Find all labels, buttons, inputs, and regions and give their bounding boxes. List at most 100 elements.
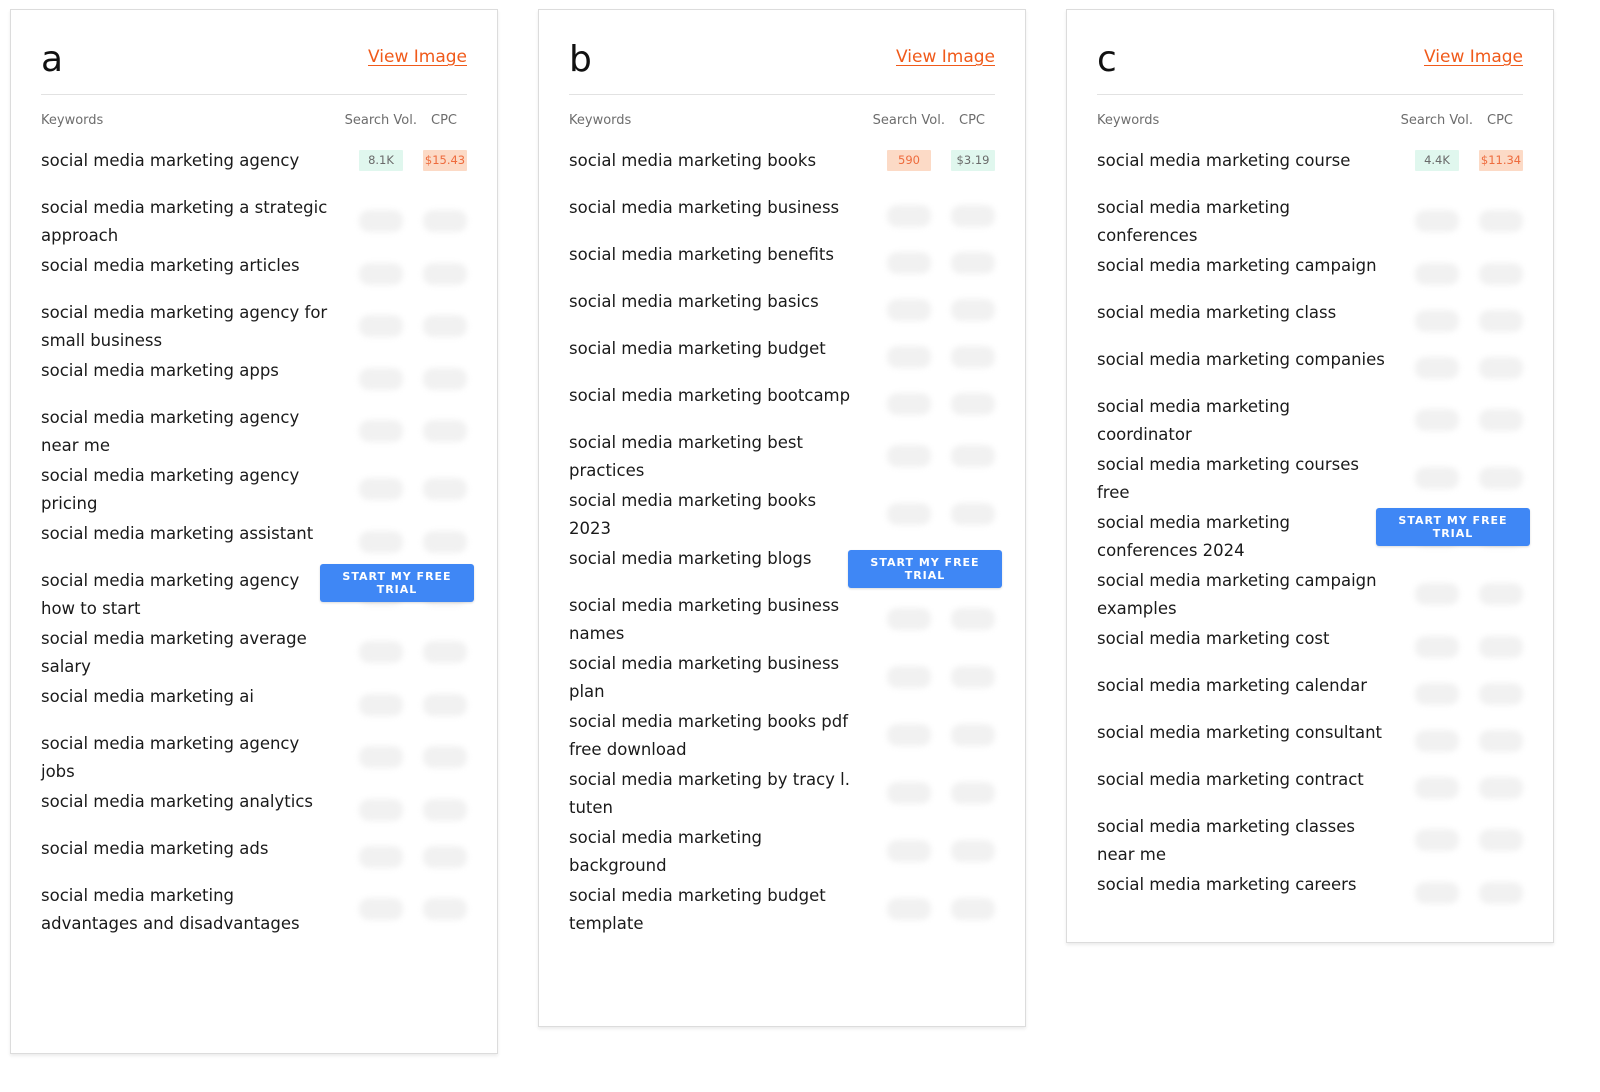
blurred-cpc xyxy=(1479,409,1523,431)
keyword-row[interactable]: social media marketing articles xyxy=(41,250,467,297)
keyword-row[interactable]: social media marketing benefits xyxy=(569,239,995,286)
keyword-row[interactable]: social media marketing agency near me xyxy=(41,402,467,460)
keyword-row[interactable]: social media marketing cost xyxy=(1097,623,1523,670)
search-volume-badge: 590 xyxy=(887,150,931,171)
keyword-row[interactable]: social media marketing companies xyxy=(1097,344,1523,391)
blurred-cpc xyxy=(951,345,995,368)
start-free-trial-button[interactable]: START MY FREE TRIAL xyxy=(848,550,1002,588)
keyword-row[interactable]: social media marketing contract xyxy=(1097,764,1523,811)
keyword-text: social media marketing contract xyxy=(1097,770,1364,789)
blurred-search-volume xyxy=(1415,356,1459,379)
keyword-text: social media marketing blogs xyxy=(569,549,812,568)
keyword-metrics xyxy=(1415,670,1523,717)
keyword-row[interactable]: social media marketing ai xyxy=(41,681,467,728)
keyword-text: social media marketing business xyxy=(569,198,840,217)
start-free-trial-button[interactable]: START MY FREE TRIAL xyxy=(320,564,474,602)
keyword-row[interactable]: social media marketing classes near me xyxy=(1097,811,1523,869)
keyword-row[interactable]: social media marketing campaign examples xyxy=(1097,565,1523,623)
keyword-row[interactable]: social media marketing agency jobs xyxy=(41,728,467,786)
view-image-link[interactable]: View Image xyxy=(896,47,995,67)
blurred-cpc xyxy=(423,210,467,232)
keywords-header: Keywords xyxy=(569,113,632,128)
keyword-text: social media marketing course xyxy=(1097,151,1351,170)
keyword-row[interactable]: social media marketing agency for small … xyxy=(41,297,467,355)
keyword-metrics xyxy=(887,590,995,648)
cpc-header: CPC xyxy=(431,113,457,128)
keyword-metrics: 8.1K $15.43 xyxy=(359,145,467,197)
blurred-cpc xyxy=(1479,262,1523,285)
keyword-row[interactable]: social media marketing books 2023 xyxy=(569,485,995,543)
blurred-search-volume xyxy=(1415,776,1459,799)
keyword-row[interactable]: social media marketing books pdf free do… xyxy=(569,706,995,764)
keyword-text: social media marketing agency near me xyxy=(41,408,300,455)
keyword-row[interactable]: social media marketing analytics xyxy=(41,786,467,833)
keyword-metrics xyxy=(359,623,467,681)
blurred-cpc xyxy=(1479,635,1523,658)
blurred-cpc xyxy=(423,746,467,768)
blurred-search-volume xyxy=(359,845,403,868)
keyword-row[interactable]: social media marketing campaign xyxy=(1097,250,1523,297)
view-image-link[interactable]: View Image xyxy=(1424,47,1523,67)
keyword-text: social media marketing class xyxy=(1097,303,1337,322)
keywords-header: Keywords xyxy=(41,113,104,128)
cpc-badge: $15.43 xyxy=(423,150,467,171)
keyword-row[interactable]: social media marketing course 4.4K $11.34 xyxy=(1097,145,1523,192)
keyword-row[interactable]: social media marketing conferences xyxy=(1097,192,1523,250)
keyword-row[interactable]: social media marketing basics xyxy=(569,286,995,333)
keyword-row[interactable]: social media marketing best practices xyxy=(569,427,995,485)
keyword-row[interactable]: social media marketing courses free xyxy=(1097,449,1523,507)
keyword-row[interactable]: social media marketing business plan xyxy=(569,648,995,706)
keyword-row[interactable]: social media marketing bootcamp xyxy=(569,380,995,427)
keyword-list: social media marketing agency 8.1K $15.43 s… xyxy=(41,145,467,938)
keyword-metrics xyxy=(887,333,995,380)
keyword-row[interactable]: social media marketing budget template xyxy=(569,880,995,938)
keyword-row[interactable]: social media marketing agency pricing xyxy=(41,460,467,518)
keyword-text: social media marketing courses free xyxy=(1097,455,1359,502)
keyword-row[interactable]: social media marketing advantages and di… xyxy=(41,880,467,938)
keyword-row[interactable]: social media marketing by tracy l. tuten xyxy=(569,764,995,822)
cpc-badge: $11.34 xyxy=(1479,150,1523,171)
keyword-row[interactable]: social media marketing ads xyxy=(41,833,467,880)
blurred-search-volume xyxy=(359,210,403,232)
keyword-row[interactable]: social media marketing books 590 $3.19 xyxy=(569,145,995,192)
column-headers: Keywords Search Vol. CPC xyxy=(41,95,467,145)
keyword-text: social media marketing benefits xyxy=(569,245,834,264)
blurred-cpc xyxy=(423,315,467,337)
keyword-text: social media marketing ads xyxy=(41,839,269,858)
keyword-metrics xyxy=(359,297,467,355)
cpc-header: CPC xyxy=(1487,113,1513,128)
keyword-row[interactable]: social media marketing budget xyxy=(569,333,995,380)
keyword-text: social media marketing books 2023 xyxy=(569,491,817,538)
card-letter: c xyxy=(1097,39,1117,80)
view-image-link[interactable]: View Image xyxy=(368,47,467,67)
blurred-search-volume xyxy=(359,746,403,768)
keyword-row[interactable]: social media marketing consultant xyxy=(1097,717,1523,764)
blurred-search-volume xyxy=(359,530,403,553)
keyword-text: social media marketing analytics xyxy=(41,792,313,811)
keyword-row[interactable]: social media marketing background xyxy=(569,822,995,880)
blurred-search-volume xyxy=(1415,829,1459,851)
keyword-row[interactable]: social media marketing average salary xyxy=(41,623,467,681)
start-free-trial-button[interactable]: START MY FREE TRIAL xyxy=(1376,508,1530,546)
keyword-row[interactable]: social media marketing assistant xyxy=(41,518,467,565)
blurred-search-volume xyxy=(1415,635,1459,658)
keyword-row[interactable]: social media marketing apps xyxy=(41,355,467,402)
keyword-row[interactable]: social media marketing careers xyxy=(1097,869,1523,916)
keyword-text: social media marketing conferences xyxy=(1097,198,1290,245)
blurred-search-volume xyxy=(359,798,403,821)
keyword-text: social media marketing books xyxy=(569,151,817,170)
keyword-row[interactable]: social media marketing agency 8.1K $15.43 xyxy=(41,145,467,192)
keyword-row[interactable]: social media marketing business names xyxy=(569,590,995,648)
card-header: c View Image xyxy=(1097,10,1523,95)
keyword-text: social media marketing calendar xyxy=(1097,676,1367,695)
keyword-row[interactable]: social media marketing business xyxy=(569,192,995,239)
search-vol-header: Search Vol. xyxy=(872,113,945,128)
blurred-cpc xyxy=(423,367,467,390)
blurred-search-volume xyxy=(1415,262,1459,285)
keyword-row[interactable]: social media marketing calendar xyxy=(1097,670,1523,717)
keyword-row[interactable]: social media marketing a strategic appro… xyxy=(41,192,467,250)
keyword-metrics xyxy=(887,706,995,764)
blurred-cpc xyxy=(951,251,995,274)
keyword-row[interactable]: social media marketing coordinator xyxy=(1097,391,1523,449)
keyword-row[interactable]: social media marketing class xyxy=(1097,297,1523,344)
